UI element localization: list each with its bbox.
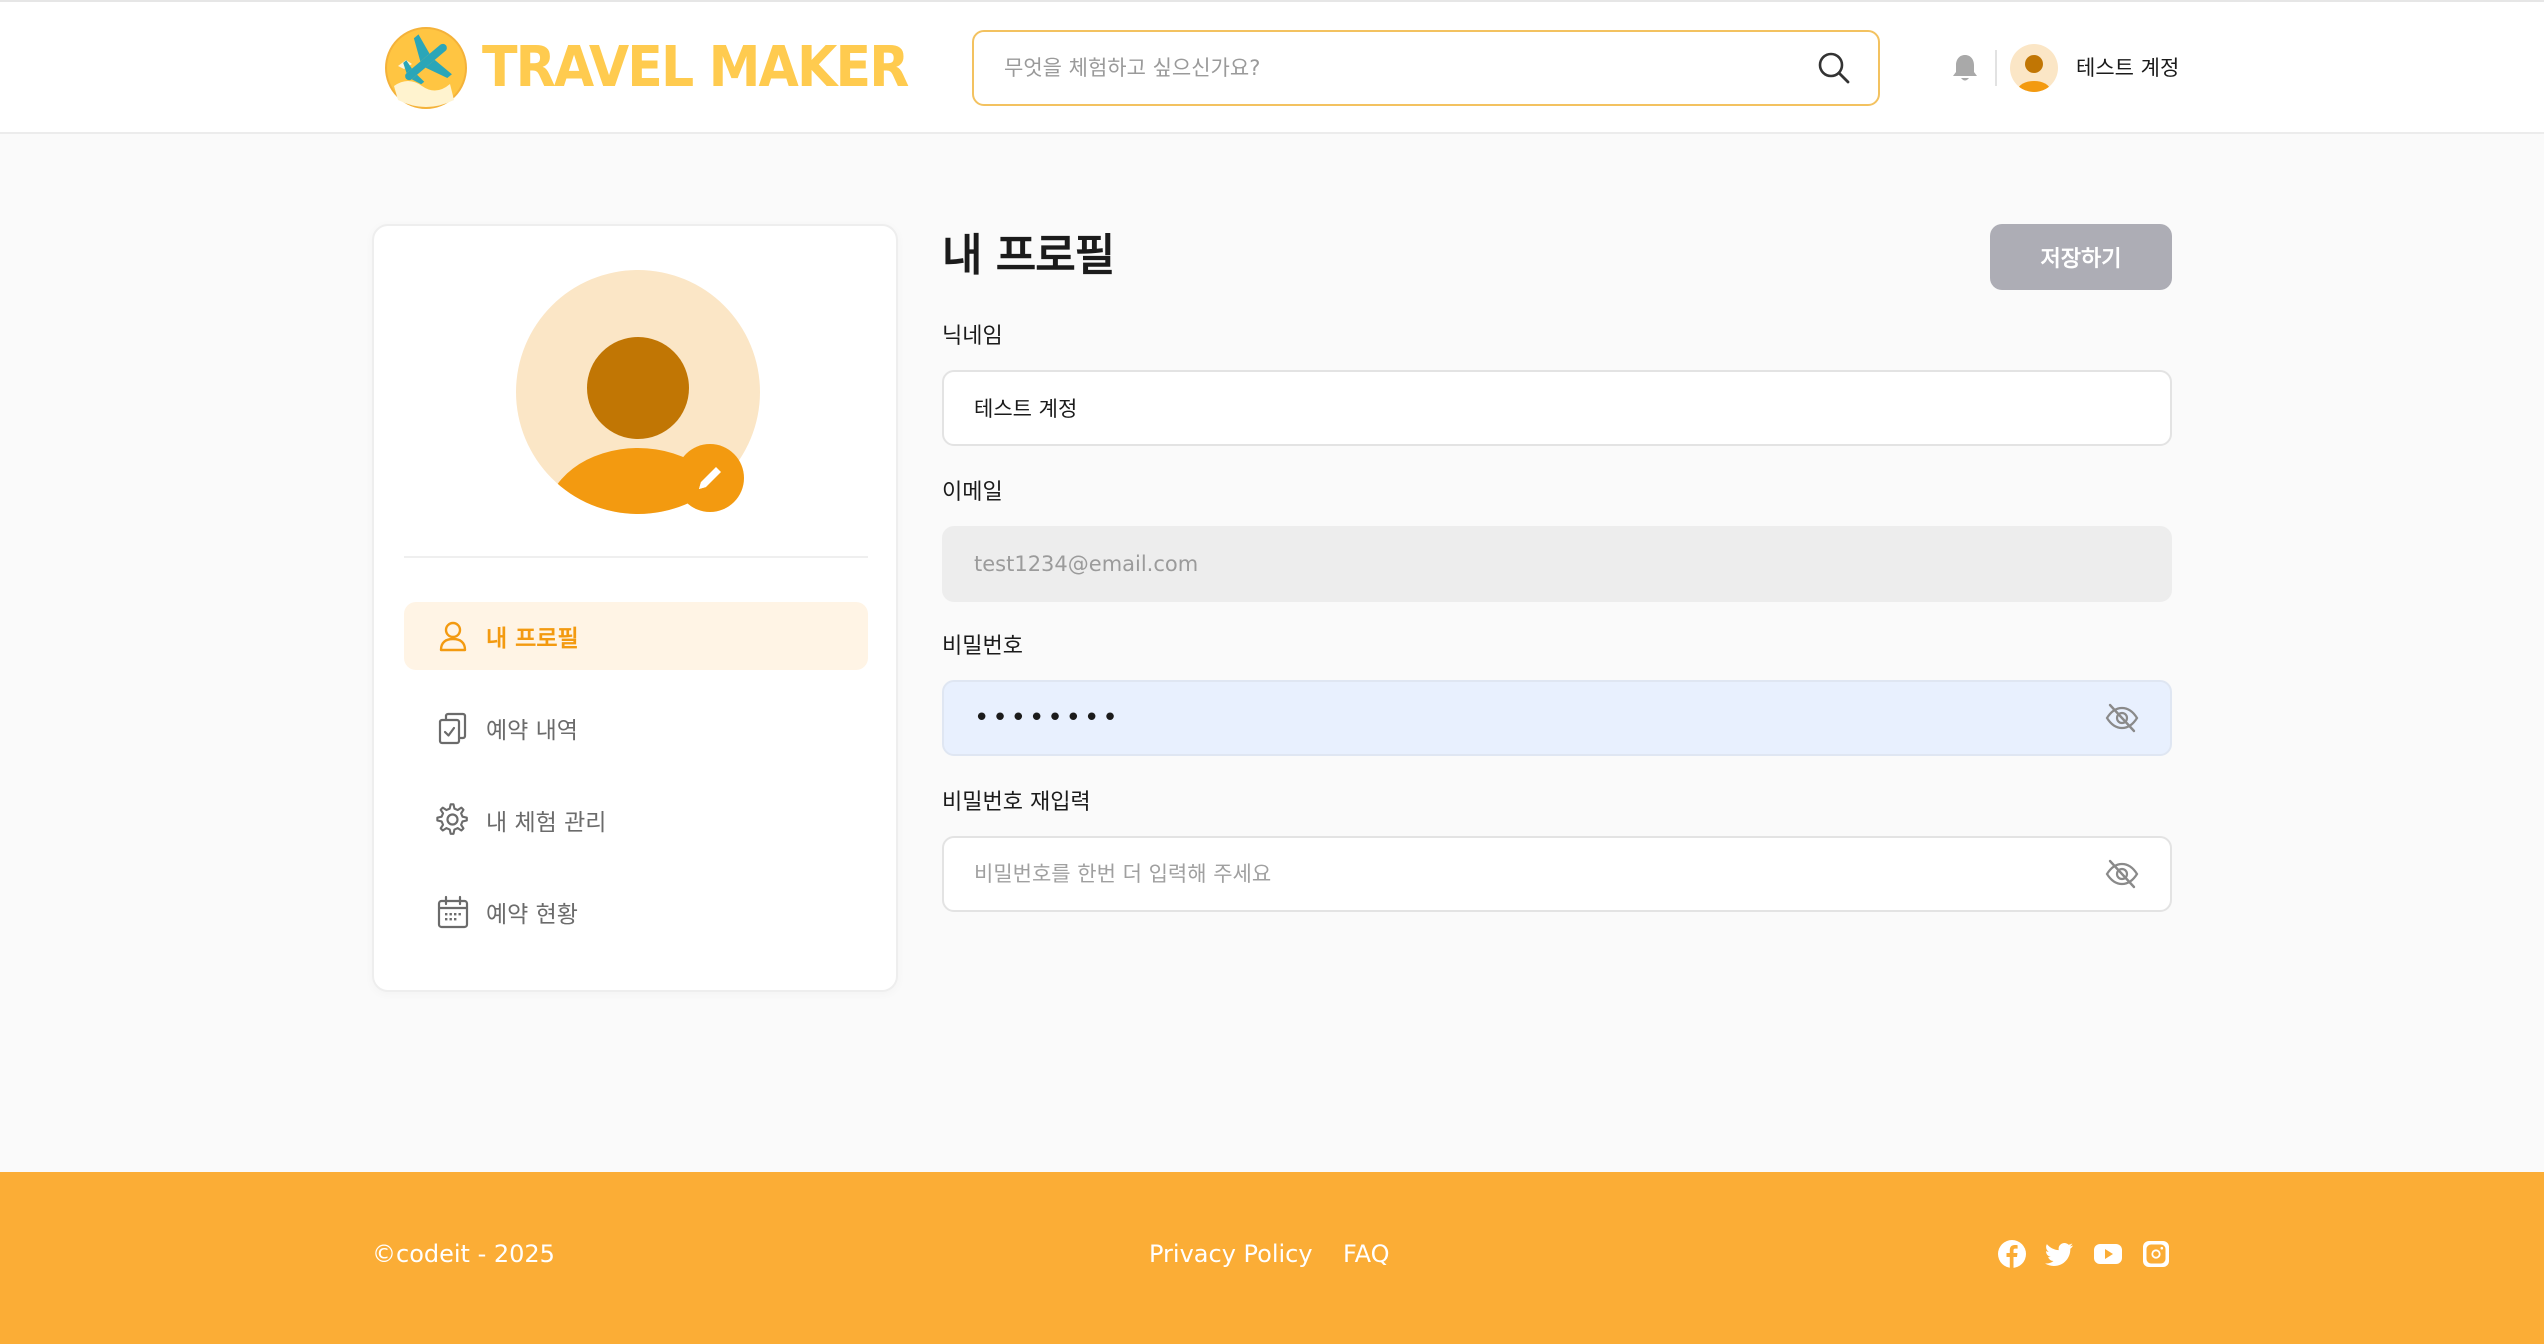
logo-icon xyxy=(385,27,467,109)
header: TRAVEL MAKER 테스트 계정 xyxy=(0,0,2544,134)
logo-text: TRAVEL MAKER xyxy=(482,35,909,100)
footer: ©codeit - 2025 Privacy Policy FAQ xyxy=(0,1172,2544,1344)
avatar[interactable] xyxy=(2010,44,2058,92)
pencil-icon xyxy=(699,467,721,489)
edit-profile-image-button[interactable] xyxy=(676,444,744,512)
password-label: 비밀번호 xyxy=(942,634,1023,659)
twitter-icon[interactable] xyxy=(2043,1238,2075,1270)
nickname-field-box xyxy=(942,370,2172,446)
profile-sidebar: 내 프로필 예약 내역 내 체험 관리 예약 현황 xyxy=(372,224,898,992)
youtube-icon[interactable] xyxy=(2092,1238,2124,1270)
search-icon[interactable] xyxy=(1816,50,1852,86)
password-confirm-label: 비밀번호 재입력 xyxy=(942,790,1091,815)
sidebar-item-my-profile[interactable]: 내 프로필 xyxy=(404,602,868,670)
search-bar xyxy=(972,30,1880,106)
email-field-box xyxy=(942,526,2172,602)
eye-off-icon[interactable] xyxy=(2104,700,2140,736)
clipboard-check-icon xyxy=(438,712,467,745)
facebook-icon[interactable] xyxy=(1996,1238,2028,1270)
sidebar-item-reservation-status[interactable]: 예약 현황 xyxy=(404,878,868,946)
sidebar-item-manage-experiences[interactable]: 내 체험 관리 xyxy=(404,786,868,854)
nickname-field[interactable] xyxy=(974,396,2140,420)
password-field-box xyxy=(942,680,2172,756)
instagram-icon[interactable] xyxy=(2140,1238,2172,1270)
sidebar-item-label: 내 체험 관리 xyxy=(486,810,607,836)
sidebar-divider xyxy=(404,556,868,558)
privacy-policy-link[interactable]: Privacy Policy xyxy=(1149,1238,1313,1270)
sidebar-item-label: 예약 현황 xyxy=(486,902,578,928)
search-input[interactable] xyxy=(1004,56,1816,80)
faq-link[interactable]: FAQ xyxy=(1343,1238,1390,1270)
sidebar-item-label: 내 프로필 xyxy=(486,626,579,652)
sidebar-item-reservations[interactable]: 예약 내역 xyxy=(404,694,868,762)
copyright: ©codeit - 2025 xyxy=(372,1240,555,1268)
gear-icon xyxy=(436,803,468,835)
logo[interactable]: TRAVEL MAKER xyxy=(384,24,939,112)
user-icon xyxy=(439,621,467,652)
save-button[interactable]: 저장하기 xyxy=(1990,224,2172,290)
header-divider xyxy=(1995,50,1997,86)
user-name[interactable]: 테스트 계정 xyxy=(2076,54,2179,82)
eye-off-icon[interactable] xyxy=(2104,856,2140,892)
password-field[interactable] xyxy=(974,703,2104,733)
bell-icon[interactable] xyxy=(1950,52,1980,84)
password-confirm-field-box xyxy=(942,836,2172,912)
email-label: 이메일 xyxy=(942,480,1003,505)
sidebar-item-label: 예약 내역 xyxy=(486,718,578,744)
password-confirm-field[interactable] xyxy=(974,862,2104,886)
calendar-icon xyxy=(437,895,469,929)
sidebar-menu: 내 프로필 예약 내역 내 체험 관리 예약 현황 xyxy=(404,602,868,970)
page-title: 내 프로필 xyxy=(942,230,1115,281)
nickname-label: 닉네임 xyxy=(942,324,1003,349)
email-field xyxy=(974,552,2140,576)
